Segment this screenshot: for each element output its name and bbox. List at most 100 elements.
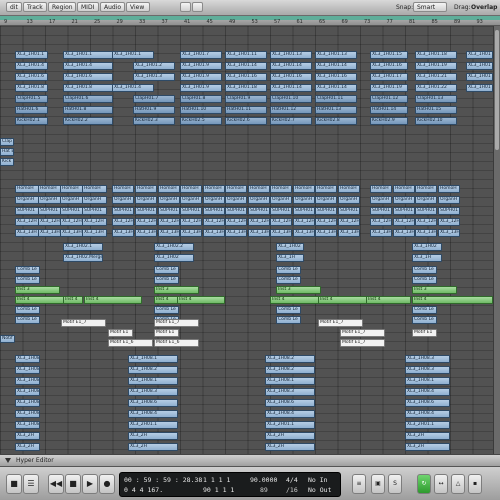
arrange-region[interactable]: XL3_12H [82,218,107,226]
arrange-region[interactable]: XL3_1H08.6 [265,399,315,407]
arrange-region[interactable]: SUPH01 [248,207,270,215]
arrange-region[interactable]: XL3_13H [438,229,460,237]
disclosure-triangle-icon[interactable] [5,458,11,463]
autopunch-button[interactable]: ↔ [434,474,448,494]
arrange-region[interactable]: XL3_13H [270,229,292,237]
arrange-region[interactable]: Comb Le [15,306,40,314]
arrange-region[interactable]: XL3_13H [393,229,415,237]
arrange-region[interactable]: Inst 4 [63,296,83,304]
arrange-region[interactable]: HomoH [15,185,40,193]
arrange-region[interactable]: XL3_1H08.2 [265,355,315,363]
arrange-region[interactable]: XL3_1H08.1 [128,355,178,363]
arrange-region[interactable]: Comb Le [412,276,437,284]
arrange-region[interactable]: XL3_12H [315,218,337,226]
audio-menu[interactable]: Audio [100,2,125,12]
arrange-region[interactable]: SUPH01 [293,207,315,215]
arrange-region[interactable]: XL3_13H [15,229,40,237]
arrange-region[interactable]: Comb Le [15,276,40,284]
edit-menu[interactable]: dit [6,2,22,12]
arrange-region[interactable]: HomoH [438,185,460,193]
arrange-region[interactable]: XL3_12H [370,218,392,226]
arrange-region[interactable]: XL3_12H [293,218,315,226]
arrange-region[interactable]: Motif E1 [108,329,133,337]
arrange-region[interactable]: HatH01.14 [370,106,408,114]
arrange-region[interactable]: XL3_1H08 [15,421,40,429]
arrange-region[interactable]: Inst 4 [366,296,411,304]
arrange-region[interactable]: XL3_1H02 [412,243,442,251]
arrange-region[interactable]: SUPH01 [158,207,180,215]
region-menu[interactable]: Region [48,2,76,12]
arrange-region[interactable]: Motif E1_7 [318,319,363,327]
arrange-region[interactable]: Inst 4 [412,296,493,304]
arrange-region[interactable]: XL3_1H08 [15,399,40,407]
arrange-region[interactable]: ClapH01.9 [225,95,267,103]
arrange-region[interactable]: SUPH01 [370,207,392,215]
arrange-region[interactable]: Motif E1_7 [340,339,385,347]
arrange-region[interactable]: XL3_1H01.16 [270,73,312,81]
arrange-region[interactable]: XL3_12H [203,218,225,226]
arrange-region[interactable]: OrganH [112,196,134,204]
arrange-region[interactable]: XL3_1H01.9 [180,84,222,92]
arrange-region[interactable]: XL3_1H08.1 [15,377,40,385]
arrange-region[interactable]: OrganH [393,196,415,204]
arrange-region[interactable]: XL3_1H08 [15,410,40,418]
arrange-region[interactable]: HatH01.8 [63,106,113,114]
arrange-region[interactable]: Motif E1_6 [108,339,153,347]
arrange-region[interactable]: XL3_1H08.3 [15,355,40,363]
arrange-region[interactable]: OrganH [293,196,315,204]
cycle-button[interactable]: ↻ [417,474,431,494]
arrange-region[interactable]: Hat E1 [0,148,14,156]
arrange-region[interactable]: XL3_1H02.2 [154,243,194,251]
arrange-region[interactable]: XL3_1H01.14 [270,62,312,70]
arrange-region[interactable]: XL3_1H01.1 [63,51,113,59]
arrange-region[interactable]: Comb Le [412,266,437,274]
arrange-region[interactable]: XL3_1H01.4 [15,62,48,70]
arrange-region[interactable]: XL3_2H [265,443,315,451]
arrange-region[interactable]: XL3_1H01 [466,73,493,81]
arrange-region[interactable]: SUPH01 [15,207,40,215]
arrange-region[interactable]: XL3_1H01 [466,51,493,59]
arrange-region[interactable]: OrganH [248,196,270,204]
arrange-region[interactable]: XL3_1H02 [154,254,194,262]
arrange-region[interactable]: Inst 4 [177,296,225,304]
arrange-region[interactable]: XL3_12H [135,218,157,226]
arrange-region[interactable]: Motif E1_7 [61,319,106,327]
arrange-region[interactable]: XL3_13H [248,229,270,237]
arrange-region[interactable]: OrganH [82,196,107,204]
arrange-region[interactable]: XL3_13H [415,229,437,237]
arrange-region[interactable]: Inst 3 [412,286,457,294]
arrange-region[interactable]: KickH02.8 [315,117,357,125]
arrange-region[interactable]: SUPH01 [180,207,202,215]
arrange-region[interactable]: XL3_1H08.6 [128,399,178,407]
arrange-region[interactable]: XL3_1H08.2 [15,366,40,374]
arrange-region[interactable]: HomoH [112,185,134,193]
arrange-region[interactable]: XL3_1H01.7 [180,51,222,59]
arrange-region[interactable]: ClapH01.13 [415,95,457,103]
arrange-region[interactable]: XL3_12H [270,218,292,226]
arrange-region[interactable]: XL3_2H01.1 [265,421,315,429]
arrange-region[interactable]: XL3_1H01.13 [315,51,357,59]
arrange-region[interactable]: Motif E1 [412,329,437,337]
arrange-region[interactable]: SUPH01 [415,207,437,215]
arrange-region[interactable]: XL3_13H [135,229,157,237]
arrange-region[interactable]: HatH01.9 [133,106,175,114]
arrange-region[interactable]: XL3_1H08.3 [128,388,178,396]
arrange-region[interactable]: XL3_12H [158,218,180,226]
master-volume-icon[interactable]: ▪ [468,474,482,494]
arrange-region[interactable]: XL3_1H01.19 [415,62,457,70]
vertical-scrollbar[interactable] [493,26,500,454]
arrange-region[interactable]: SUPH01 [112,207,134,215]
arrange-region[interactable]: Comb Le [15,316,40,324]
arrange-region[interactable]: OrganH [203,196,225,204]
replace-button[interactable]: ▣ [371,474,385,494]
arrange-region[interactable]: SUPH01 [393,207,415,215]
arrange-region[interactable]: XL3_2H [128,432,178,440]
arrange-region[interactable]: HatH01.11 [225,106,267,114]
arrange-region[interactable]: XL3_1H01.3 [133,73,175,81]
arrange-region[interactable]: HomoH [225,185,247,193]
arrange-region[interactable]: XL3_1H08.3 [405,366,450,374]
solo-button[interactable]: S [388,474,402,494]
pencil-tool-icon[interactable] [192,2,203,12]
view-menu[interactable]: View [126,2,150,12]
arrange-region[interactable]: XL3_1H08.2 [128,366,178,374]
